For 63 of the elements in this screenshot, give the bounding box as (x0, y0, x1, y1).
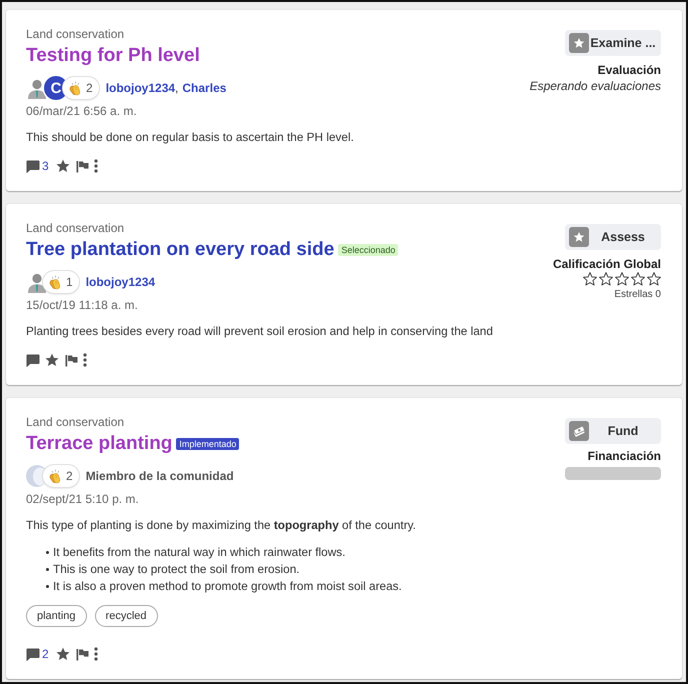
comment-icon[interactable] (26, 160, 40, 172)
clapping-hands-icon (48, 468, 63, 484)
more-options-icon[interactable] (94, 159, 98, 173)
bullet-icon (46, 585, 49, 588)
post-category: Land conservation (26, 220, 124, 236)
rating-star-icon[interactable] (583, 272, 597, 286)
post-date: 06/mar/21 6:56 a. m. (26, 103, 137, 119)
person-avatar-icon (26, 77, 48, 99)
author-link[interactable]: lobojoy1234 (86, 273, 156, 291)
author-link[interactable]: Charles (182, 79, 226, 97)
post-text: This should be done on regular basis to ascertain the PH level. (26, 129, 355, 145)
rating-star-icon[interactable] (647, 272, 661, 286)
post-category: Land conservation (26, 26, 124, 42)
action-button[interactable]: Fund (565, 418, 661, 444)
author-name: Miembro de la comunidad (86, 468, 234, 485)
more-options-icon[interactable] (83, 353, 87, 367)
comment-icon[interactable] (26, 648, 40, 660)
star-icon[interactable] (56, 159, 70, 173)
rating-star-icon[interactable] (631, 272, 645, 286)
reaction-counter[interactable]: 1 (43, 271, 79, 293)
author-separator: , (175, 80, 178, 97)
comment-count[interactable]: 3 (42, 159, 49, 173)
banknote-stack-icon (569, 421, 589, 441)
star-icon[interactable] (45, 353, 59, 367)
status-badge: Seleccionado (338, 244, 398, 256)
author-link[interactable]: lobojoy1234 (106, 79, 176, 97)
evaluation-heading: Evaluación (598, 62, 661, 78)
tag-chip[interactable]: planting (26, 605, 87, 627)
evaluation-status: Esperando evaluaciones (530, 78, 661, 94)
status-badge: Implementado (176, 438, 240, 450)
star-icon[interactable] (56, 647, 70, 661)
more-options-icon[interactable] (94, 647, 98, 661)
post-text: Planting trees besides every road will prevent soil erosion and help in conserving the land (26, 323, 494, 339)
comment-icon[interactable] (26, 354, 40, 366)
post-title-link[interactable]: Testing for Ph level (26, 44, 200, 68)
action-button[interactable]: Examine ... (565, 30, 661, 56)
clapping-hands-icon (68, 80, 83, 96)
reaction-counter[interactable]: 2 (43, 465, 79, 487)
post-date: 02/sept/21 5:10 p. m. (26, 491, 139, 507)
flag-icon[interactable] (76, 648, 89, 660)
post-category: Land conservation (26, 414, 124, 430)
post-title-link[interactable]: Tree plantation on every road side (26, 238, 334, 262)
bullet-text: This is one way to protect the soil from erosion. (53, 561, 300, 578)
rating-heading: Calificación Global (552, 256, 661, 272)
rating-star-icon[interactable] (599, 272, 613, 286)
bullet-icon (46, 568, 49, 571)
comment-count[interactable]: 2 (42, 647, 49, 661)
tag-chip[interactable]: recycled (94, 605, 158, 627)
person-avatar-icon (26, 271, 48, 293)
clapping-hands-icon (48, 274, 63, 290)
bullet-icon (46, 551, 49, 554)
post-text: This type of planting is done by maximizing the topography of the country. (26, 517, 417, 533)
flag-icon[interactable] (76, 160, 89, 172)
bullet-text: It is also a proven method to promote growth from moist soil areas. (53, 578, 402, 595)
reaction-counter[interactable]: 2 (63, 77, 99, 99)
post-date: 15/oct/19 11:18 a. m. (26, 297, 138, 313)
star-count-label: Estrellas 0 (614, 288, 661, 302)
bullet-text: It benefits from the natural way in which rainwater flows. (53, 544, 346, 561)
funding-heading: Financiación (588, 448, 661, 464)
rating-star-icon[interactable] (615, 272, 629, 286)
flag-icon[interactable] (65, 354, 78, 366)
post-title-link[interactable]: Terrace planting (26, 432, 172, 456)
action-button[interactable]: Assess (565, 224, 661, 250)
